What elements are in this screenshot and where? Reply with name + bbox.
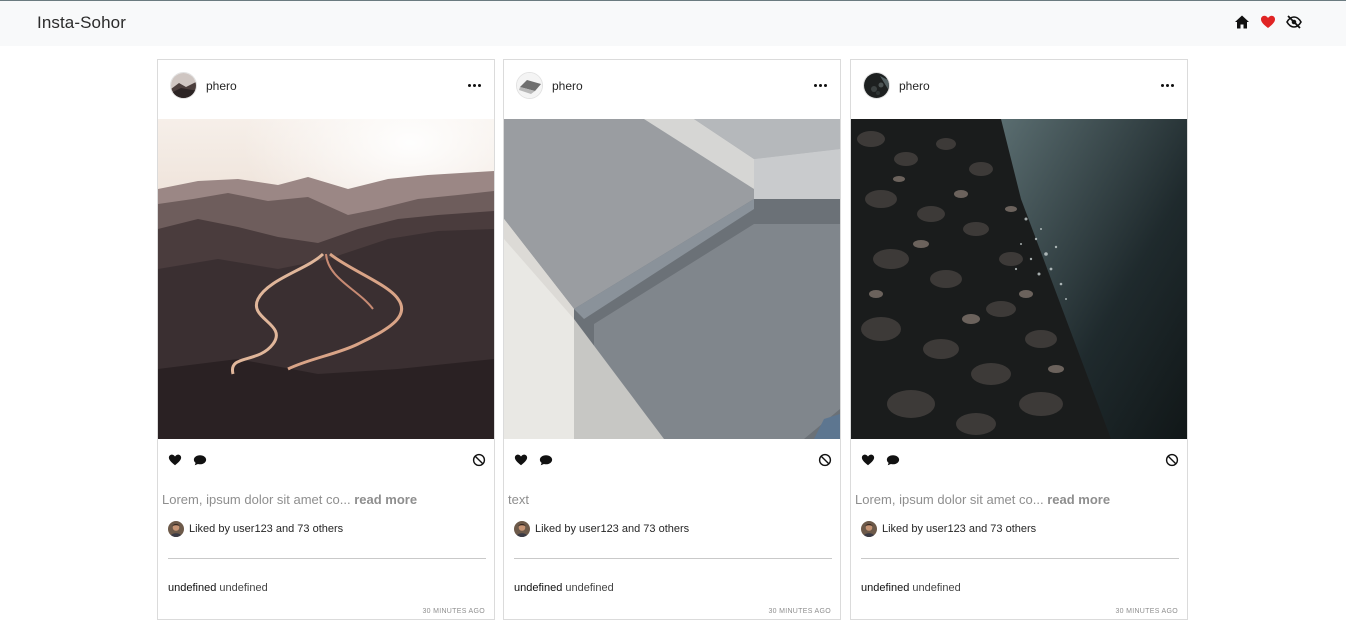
comment-icon[interactable]: [193, 453, 207, 467]
comment: undefined undefined: [861, 582, 961, 594]
more-options-icon[interactable]: [1161, 84, 1174, 87]
caption-text: Lorem, ipsum dolor sit amet co...: [162, 492, 351, 507]
likes-row: Liked by user123 and 73 others: [514, 521, 689, 537]
liked-by-others-link[interactable]: 73 others: [643, 523, 689, 535]
report-icon[interactable]: [472, 453, 486, 467]
post-image[interactable]: [158, 119, 494, 439]
post-caption: Lorem, ipsum dolor sit amet co... read m…: [855, 492, 1110, 507]
read-more-link[interactable]: read more: [354, 492, 417, 507]
post-header: phero: [504, 60, 840, 119]
avatar[interactable]: [170, 72, 197, 99]
post-caption: Lorem, ipsum dolor sit amet co... read m…: [162, 492, 417, 507]
heart-icon[interactable]: [168, 453, 182, 467]
more-options-icon[interactable]: [814, 84, 827, 87]
comment-icon[interactable]: [539, 453, 553, 467]
divider: [514, 558, 832, 559]
liked-by-prefix: Liked by: [882, 523, 923, 535]
post-username[interactable]: phero: [899, 79, 930, 93]
comment-user[interactable]: undefined: [514, 582, 562, 594]
home-icon[interactable]: [1234, 14, 1250, 30]
post-header: phero: [851, 60, 1187, 119]
comment-user[interactable]: undefined: [168, 582, 216, 594]
brand-logo[interactable]: Insta-Sohor: [37, 13, 126, 33]
liked-by-others-link[interactable]: 73 others: [297, 523, 343, 535]
divider: [861, 558, 1179, 559]
comment-icon[interactable]: [886, 453, 900, 467]
heart-icon[interactable]: [514, 453, 528, 467]
post-caption: text: [508, 492, 529, 507]
liker-avatar[interactable]: [861, 521, 877, 537]
read-more-link[interactable]: read more: [1047, 492, 1110, 507]
likes-row: Liked by user123 and 73 others: [861, 521, 1036, 537]
comment: undefined undefined: [168, 582, 268, 594]
liker-avatar[interactable]: [514, 521, 530, 537]
post-actions: [851, 453, 1187, 471]
post-image[interactable]: [851, 119, 1187, 439]
likes-row: Liked by user123 and 73 others: [168, 521, 343, 537]
liked-by-user-link[interactable]: user123: [233, 523, 273, 535]
caption-text: Lorem, ipsum dolor sit amet co...: [855, 492, 1044, 507]
report-icon[interactable]: [1165, 453, 1179, 467]
avatar[interactable]: [863, 72, 890, 99]
comment-text: undefined: [219, 582, 268, 594]
post-header: phero: [158, 60, 494, 119]
post-timestamp: 30 MINUTES AGO: [1115, 608, 1178, 615]
post-card: phero Lorem, ipsum dolor sit amet co... …: [850, 59, 1188, 620]
report-icon[interactable]: [818, 453, 832, 467]
comment: undefined undefined: [514, 582, 614, 594]
liked-by-user-link[interactable]: user123: [579, 523, 619, 535]
more-options-icon[interactable]: [468, 84, 481, 87]
caption-text: text: [508, 492, 529, 507]
post-timestamp: 30 MINUTES AGO: [768, 608, 831, 615]
divider: [168, 558, 486, 559]
avatar[interactable]: [516, 72, 543, 99]
liked-by-and: and: [968, 523, 988, 535]
liker-avatar[interactable]: [168, 521, 184, 537]
post-actions: [504, 453, 840, 471]
heart-icon[interactable]: [1260, 14, 1276, 30]
heart-icon[interactable]: [861, 453, 875, 467]
liked-by-others-link[interactable]: 73 others: [990, 523, 1036, 535]
post-card: phero Lorem, ipsum dolor sit amet co... …: [157, 59, 495, 620]
nav-icons: [1234, 14, 1302, 30]
post-username[interactable]: phero: [552, 79, 583, 93]
post-actions: [158, 453, 494, 471]
post-card: phero text Liked by user123 and 73 other…: [503, 59, 841, 620]
comment-text: undefined: [565, 582, 614, 594]
liked-by-prefix: Liked by: [535, 523, 576, 535]
liked-by-user-link[interactable]: user123: [926, 523, 966, 535]
liked-by-and: and: [621, 523, 641, 535]
comment-user[interactable]: undefined: [861, 582, 909, 594]
liked-by-and: and: [275, 523, 295, 535]
post-image[interactable]: [504, 119, 840, 439]
liked-by-prefix: Liked by: [189, 523, 230, 535]
navbar: Insta-Sohor: [0, 1, 1346, 46]
post-timestamp: 30 MINUTES AGO: [422, 608, 485, 615]
comment-text: undefined: [912, 582, 961, 594]
eye-slash-icon[interactable]: [1286, 14, 1302, 30]
post-username[interactable]: phero: [206, 79, 237, 93]
